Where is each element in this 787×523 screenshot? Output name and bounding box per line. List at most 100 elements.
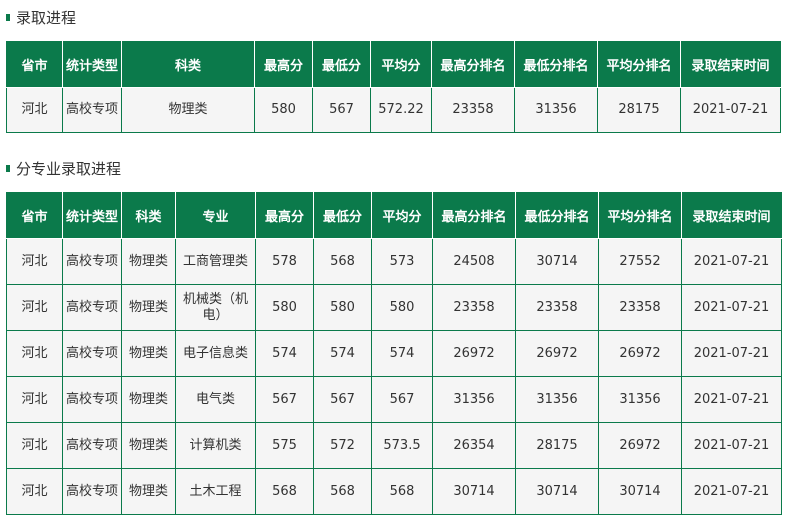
cell-major: 计算机类 xyxy=(175,422,256,469)
cell-min-score: 567 xyxy=(312,87,371,133)
cell-end-date: 2021-07-21 xyxy=(681,422,782,469)
cell-avg-rank: 30714 xyxy=(598,468,682,515)
table-row: 河北 高校专项 物理类 电气类 567 567 567 31356 31356 … xyxy=(6,376,782,423)
cell-end-date: 2021-07-21 xyxy=(681,238,782,285)
section-title-text: 录取进程 xyxy=(16,8,77,27)
cell-avg-rank: 27552 xyxy=(598,238,682,285)
cell-province: 河北 xyxy=(6,422,63,469)
cell-max-rank: 24508 xyxy=(432,238,516,285)
admission-progress-table: 省市 统计类型 科类 最高分 最低分 平均分 最高分排名 最低分排名 平均分排名… xyxy=(6,41,781,133)
cell-province: 河北 xyxy=(6,238,63,285)
cell-avg-rank: 28175 xyxy=(597,87,681,133)
header-subject: 科类 xyxy=(121,192,176,239)
section-marker-icon xyxy=(6,13,10,21)
table-row: 河北 高校专项 物理类 580 567 572.22 23358 31356 2… xyxy=(6,87,781,133)
cell-end-date: 2021-07-21 xyxy=(681,376,782,423)
header-min-score: 最低分 xyxy=(312,41,371,88)
cell-min-rank: 31356 xyxy=(514,87,598,133)
cell-avg-rank: 31356 xyxy=(598,376,682,423)
cell-min-rank: 30714 xyxy=(515,468,599,515)
cell-province: 河北 xyxy=(6,468,63,515)
cell-max-rank: 31356 xyxy=(432,376,516,423)
cell-major: 工商管理类 xyxy=(175,238,256,285)
cell-subject: 物理类 xyxy=(121,376,176,423)
table-row: 河北 高校专项 物理类 土木工程 568 568 568 30714 30714… xyxy=(6,468,782,515)
cell-min-score: 568 xyxy=(313,238,372,285)
cell-subject: 物理类 xyxy=(121,238,176,285)
cell-major: 电气类 xyxy=(175,376,256,423)
table-row: 河北 高校专项 物理类 计算机类 575 572 573.5 26354 281… xyxy=(6,422,782,469)
cell-avg-score: 573 xyxy=(371,238,433,285)
cell-stat-type: 高校专项 xyxy=(62,468,122,515)
header-max-rank: 最高分排名 xyxy=(432,192,516,239)
cell-avg-score: 580 xyxy=(371,284,433,331)
cell-min-rank: 30714 xyxy=(515,238,599,285)
table-header-row: 省市 统计类型 科类 专业 最高分 最低分 平均分 最高分排名 最低分排名 平均… xyxy=(6,192,782,239)
table-row: 河北 高校专项 物理类 工商管理类 578 568 573 24508 3071… xyxy=(6,238,782,285)
header-subject: 科类 xyxy=(121,41,255,88)
cell-province: 河北 xyxy=(6,87,63,133)
cell-min-score: 572 xyxy=(313,422,372,469)
cell-province: 河北 xyxy=(6,330,63,377)
cell-avg-score: 568 xyxy=(371,468,433,515)
header-avg-rank: 平均分排名 xyxy=(598,192,682,239)
cell-avg-score: 567 xyxy=(371,376,433,423)
cell-subject: 物理类 xyxy=(121,330,176,377)
header-stat-type: 统计类型 xyxy=(62,41,122,88)
cell-avg-score: 574 xyxy=(371,330,433,377)
header-max-score: 最高分 xyxy=(254,41,313,88)
header-max-rank: 最高分排名 xyxy=(431,41,515,88)
cell-province: 河北 xyxy=(6,376,63,423)
cell-subject: 物理类 xyxy=(121,87,255,133)
cell-province: 河北 xyxy=(6,284,63,331)
header-province: 省市 xyxy=(6,41,63,88)
cell-end-date: 2021-07-21 xyxy=(681,330,782,377)
table-row: 河北 高校专项 物理类 电子信息类 574 574 574 26972 2697… xyxy=(6,330,782,377)
table-header-row: 省市 统计类型 科类 最高分 最低分 平均分 最高分排名 最低分排名 平均分排名… xyxy=(6,41,781,88)
cell-max-score: 575 xyxy=(255,422,314,469)
header-end-date: 录取结束时间 xyxy=(681,192,782,239)
cell-min-score: 568 xyxy=(313,468,372,515)
cell-end-date: 2021-07-21 xyxy=(681,468,782,515)
cell-subject: 物理类 xyxy=(121,284,176,331)
cell-avg-rank: 23358 xyxy=(598,284,682,331)
cell-max-rank: 26972 xyxy=(432,330,516,377)
header-end-date: 录取结束时间 xyxy=(680,41,781,88)
cell-min-score: 574 xyxy=(313,330,372,377)
cell-min-rank: 31356 xyxy=(515,376,599,423)
cell-end-date: 2021-07-21 xyxy=(681,284,782,331)
cell-stat-type: 高校专项 xyxy=(62,284,122,331)
cell-max-rank: 30714 xyxy=(432,468,516,515)
cell-end-date: 2021-07-21 xyxy=(680,87,781,133)
cell-max-score: 567 xyxy=(255,376,314,423)
section-marker-icon xyxy=(6,164,10,172)
cell-stat-type: 高校专项 xyxy=(62,422,122,469)
cell-avg-rank: 26972 xyxy=(598,330,682,377)
header-major: 专业 xyxy=(175,192,256,239)
cell-stat-type: 高校专项 xyxy=(62,330,122,377)
cell-stat-type: 高校专项 xyxy=(62,238,122,285)
cell-max-score: 580 xyxy=(254,87,313,133)
cell-major: 土木工程 xyxy=(175,468,256,515)
cell-max-score: 568 xyxy=(255,468,314,515)
header-max-score: 最高分 xyxy=(255,192,314,239)
table-row: 河北 高校专项 物理类 机械类（机电） 580 580 580 23358 23… xyxy=(6,284,782,331)
cell-stat-type: 高校专项 xyxy=(62,87,122,133)
header-min-rank: 最低分排名 xyxy=(514,41,598,88)
cell-avg-score: 572.22 xyxy=(370,87,432,133)
cell-max-rank: 23358 xyxy=(431,87,515,133)
cell-max-score: 578 xyxy=(255,238,314,285)
cell-major: 电子信息类 xyxy=(175,330,256,377)
header-avg-score: 平均分 xyxy=(370,41,432,88)
header-avg-score: 平均分 xyxy=(371,192,433,239)
cell-max-score: 574 xyxy=(255,330,314,377)
cell-min-score: 567 xyxy=(313,376,372,423)
cell-stat-type: 高校专项 xyxy=(62,376,122,423)
cell-subject: 物理类 xyxy=(121,468,176,515)
cell-avg-score: 573.5 xyxy=(371,422,433,469)
section-title-major-admission-progress: 分专业录取进程 xyxy=(6,158,121,178)
header-avg-rank: 平均分排名 xyxy=(597,41,681,88)
cell-min-rank: 28175 xyxy=(515,422,599,469)
cell-min-rank: 23358 xyxy=(515,284,599,331)
cell-max-rank: 26354 xyxy=(432,422,516,469)
